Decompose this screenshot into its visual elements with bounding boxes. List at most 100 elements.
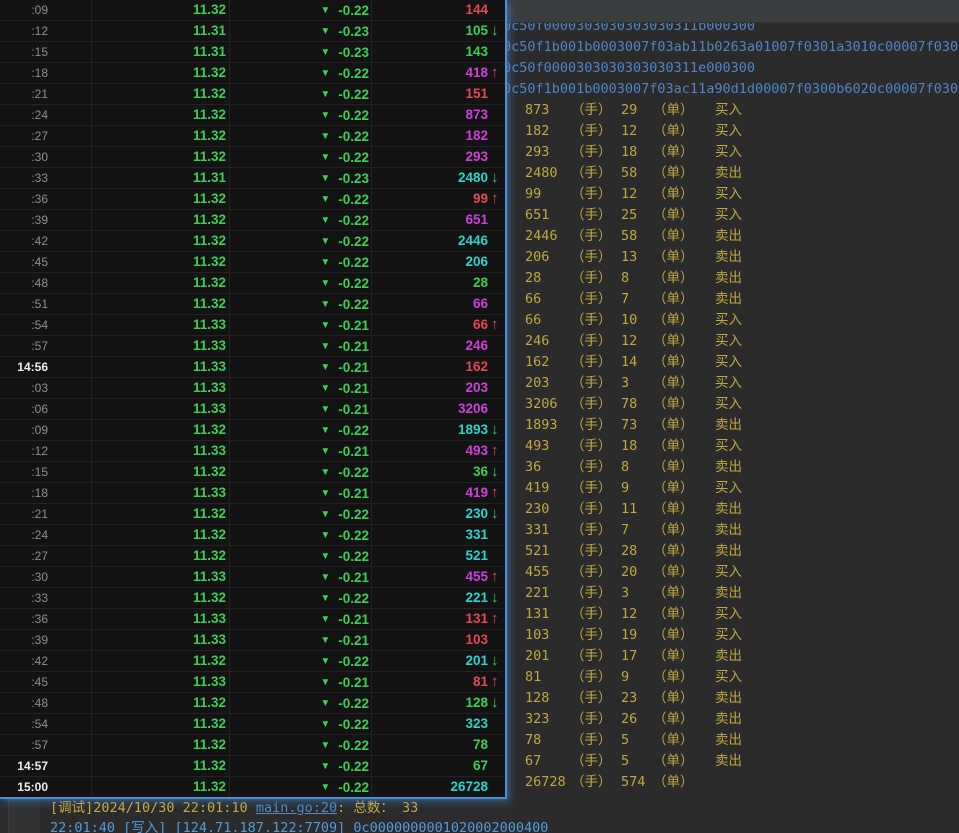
trade-order-count: 19: [621, 625, 653, 646]
tick-price: 11.33: [91, 336, 229, 356]
tick-volume: 323: [371, 714, 505, 734]
tick-volume-value: 418: [465, 65, 488, 80]
trend-arrow-icon: ↑: [491, 483, 507, 503]
trade-volume: 182: [525, 121, 571, 142]
tick-change: ▼ -0.21: [229, 672, 371, 692]
tick-volume: 331: [371, 525, 505, 545]
lots-label: （手）: [571, 457, 621, 478]
tick-volume: 182: [371, 126, 505, 146]
trade-order-count: 7: [621, 520, 653, 541]
trade-volume: 293: [525, 142, 571, 163]
tick-price: 11.32: [91, 126, 229, 146]
trade-volume: 1893: [525, 415, 571, 436]
tick-price: 11.32: [91, 420, 229, 440]
trade-print-row: 162 （手） 14 （单） 买入: [497, 352, 959, 373]
tick-row: :09 11.32 ▼ -0.22 1893 ↓: [0, 420, 505, 441]
tick-list-window[interactable]: :09 11.32 ▼ -0.22 144 :12 11.31 ▼ -0.23 …: [0, 0, 507, 799]
trade-volume: 221: [525, 583, 571, 604]
tick-price: 11.33: [91, 609, 229, 629]
orders-label: （单）: [653, 331, 715, 352]
trade-direction: 买入: [715, 625, 742, 646]
tick-change-value: -0.22: [338, 150, 369, 165]
trade-order-count: 23: [621, 688, 653, 709]
trend-arrow-icon: ↓: [491, 504, 507, 524]
trade-volume: 99: [525, 184, 571, 205]
tick-change: ▼ -0.22: [229, 252, 371, 272]
tick-volume: 36 ↓: [371, 462, 505, 482]
down-triangle-icon: ▼: [320, 656, 330, 667]
tick-volume: 2480 ↓: [371, 168, 505, 188]
tick-price: 11.32: [91, 189, 229, 209]
trade-volume: 455: [525, 562, 571, 583]
down-triangle-icon: ▼: [320, 362, 330, 373]
tick-volume: 103: [371, 630, 505, 650]
trade-print-row: 78 （手） 5 （单） 卖出: [497, 730, 959, 751]
tick-price: 11.32: [91, 231, 229, 251]
trade-volume: 419: [525, 478, 571, 499]
trade-volume: 67: [525, 751, 571, 772]
tick-time: :39: [0, 213, 91, 227]
tick-price: 11.32: [91, 504, 229, 524]
tick-row: :54 11.33 ▼ -0.21 66 ↑: [0, 315, 505, 336]
tick-volume: 201 ↓: [371, 651, 505, 671]
source-link[interactable]: main.go:20: [256, 800, 337, 816]
trend-arrow-icon: ↓: [491, 651, 507, 671]
lots-label: （手）: [571, 310, 621, 331]
tick-row: :24 11.32 ▼ -0.22 873: [0, 105, 505, 126]
orders-label: （单）: [653, 520, 715, 541]
tick-volume: 221 ↓: [371, 588, 505, 608]
trade-direction: 卖出: [715, 289, 742, 310]
tick-volume: 419 ↑: [371, 483, 505, 503]
trade-print-row: 81 （手） 9 （单） 买入: [497, 667, 959, 688]
tick-row: :33 11.31 ▼ -0.23 2480 ↓: [0, 168, 505, 189]
tick-time: :15: [0, 465, 91, 479]
tick-change: ▼ -0.22: [229, 651, 371, 671]
trade-print-row: 246 （手） 12 （单） 买入: [497, 331, 959, 352]
trade-volume: 493: [525, 436, 571, 457]
trade-direction: 买入: [715, 478, 742, 499]
trade-volume: 128: [525, 688, 571, 709]
tick-row: :15 11.32 ▼ -0.22 36 ↓: [0, 462, 505, 483]
trade-volume: 28: [525, 268, 571, 289]
tick-change: ▼ -0.22: [229, 231, 371, 251]
trade-order-count: 7: [621, 289, 653, 310]
down-triangle-icon: ▼: [320, 152, 330, 163]
trade-direction: 买入: [715, 121, 742, 142]
trade-direction: 卖出: [715, 268, 742, 289]
trade-order-count: 10: [621, 310, 653, 331]
trade-print-row: 26728 （手） 574 （单）: [497, 772, 959, 793]
trade-print-row: 493 （手） 18 （单） 买入: [497, 436, 959, 457]
tick-volume-value: 206: [465, 254, 488, 269]
trend-arrow-icon: ↓: [491, 21, 507, 41]
tick-time: 14:56: [0, 360, 91, 374]
trend-arrow-icon: ↓: [491, 462, 507, 482]
trade-direction: 买入: [715, 604, 742, 625]
tick-price: 11.32: [91, 273, 229, 293]
tick-volume-value: 419: [465, 485, 488, 500]
down-triangle-icon: ▼: [320, 47, 330, 58]
trade-order-count: 11: [621, 499, 653, 520]
tick-price: 11.32: [91, 756, 229, 776]
trade-order-count: 13: [621, 247, 653, 268]
lots-label: （手）: [571, 268, 621, 289]
tick-change: ▼ -0.22: [229, 462, 371, 482]
trend-arrow-icon: ↑: [491, 609, 507, 629]
lots-label: （手）: [571, 478, 621, 499]
trade-print-row: 103 （手） 19 （单） 买入: [497, 625, 959, 646]
trade-print-row: 66 （手） 10 （单） 买入: [497, 310, 959, 331]
down-triangle-icon: ▼: [320, 131, 330, 142]
tick-volume-value: 246: [465, 338, 488, 353]
trade-volume: 2480: [525, 163, 571, 184]
trade-direction: 买入: [715, 100, 742, 121]
orders-label: （单）: [653, 352, 715, 373]
tick-time: :42: [0, 654, 91, 668]
tick-volume-value: 293: [465, 149, 488, 164]
lots-label: （手）: [571, 289, 621, 310]
tick-change-value: -0.21: [338, 675, 369, 690]
tick-time: :24: [0, 528, 91, 542]
lots-label: （手）: [571, 247, 621, 268]
packet-output-console[interactable]: 0c50f0000303030303030311b000300 0c50f1b0…: [497, 16, 959, 793]
trade-print-row: 331 （手） 7 （单） 卖出: [497, 520, 959, 541]
lots-label: （手）: [571, 625, 621, 646]
lots-label: （手）: [571, 583, 621, 604]
